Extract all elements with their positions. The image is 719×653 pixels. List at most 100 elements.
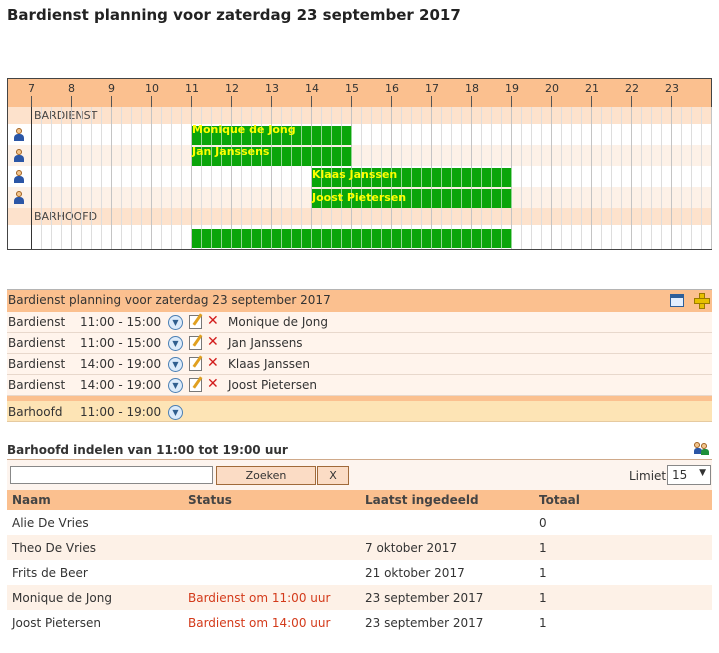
gantt-chart: 7 8 9 10 11 12 13 14 15 16 17 18 19 20 21 22 23 BARDIENS… — [7, 78, 712, 250]
table-row[interactable]: Frits de Beer 21 oktober 2017 1 — [7, 560, 712, 585]
planning-header: Bardienst planning voor zaterdag 23 sept… — [7, 290, 712, 312]
chevron-down-icon: ▼ — [699, 468, 706, 478]
gantt-hour-tick — [231, 96, 232, 107]
search-button[interactable]: Zoeken — [216, 466, 316, 485]
person-icon[interactable] — [13, 170, 24, 183]
chevron-down-icon[interactable]: ▼ — [168, 315, 183, 330]
cell-total: 1 — [539, 541, 547, 555]
gantt-hour-tick — [591, 96, 592, 107]
gantt-row — [8, 124, 711, 145]
table-row[interactable]: Theo De Vries 7 oktober 2017 1 — [7, 535, 712, 560]
chevron-down-icon[interactable]: ▼ — [168, 405, 183, 420]
gantt-grid-line — [531, 107, 532, 249]
cell-total: 0 — [539, 516, 547, 530]
gantt-grid-line — [131, 107, 132, 249]
cell-name[interactable]: Alie De Vries — [12, 516, 89, 530]
search-input[interactable] — [10, 466, 213, 484]
cell-status: Bardienst om 14:00 uur — [188, 616, 331, 630]
gantt-hour-tick — [391, 96, 392, 107]
edit-icon[interactable] — [189, 357, 202, 371]
chevron-down-icon[interactable]: ▼ — [168, 336, 183, 351]
planning-time: 11:00 - 15:00 — [80, 315, 162, 329]
gantt-hour-label: 18 — [465, 82, 479, 95]
planning-time: 11:00 - 15:00 — [80, 336, 162, 350]
chevron-down-icon[interactable]: ▼ — [168, 378, 183, 393]
calendar-icon[interactable] — [670, 294, 684, 307]
gantt-grid-line — [51, 107, 52, 249]
cell-total: 1 — [539, 591, 547, 605]
gantt-grid-line — [591, 107, 592, 249]
gantt-grid-line — [681, 107, 682, 249]
gantt-hour-tick — [671, 96, 672, 107]
gantt-hour-label: 13 — [265, 82, 279, 95]
column-header-name[interactable]: Naam — [12, 493, 51, 507]
person-icon[interactable] — [13, 191, 24, 204]
delete-icon[interactable]: ✕ — [207, 314, 219, 328]
gantt-hour-label: 15 — [345, 82, 359, 95]
column-header-last[interactable]: Laatst ingedeeld — [365, 493, 479, 507]
gantt-grid-line — [661, 107, 662, 249]
cell-status: Bardienst om 11:00 uur — [188, 591, 331, 605]
table-row[interactable]: Monique de Jong Bardienst om 11:00 uur 2… — [7, 585, 712, 610]
gantt-grid-line — [61, 107, 62, 249]
gantt-time-axis — [31, 107, 32, 249]
gantt-grid-line — [151, 107, 152, 249]
gantt-grid-line — [71, 107, 72, 249]
shift-bar-label: Monique de Jong — [192, 123, 296, 136]
cell-name[interactable]: Monique de Jong — [12, 591, 112, 605]
gantt-hour-header: 7 8 9 10 11 12 13 14 15 16 17 18 19 20 21 22 23 — [8, 79, 711, 107]
person-icon[interactable] — [13, 149, 24, 162]
assign-panel: Zoeken X Limiet 15 ▼ Naam Status Laatst i… — [7, 459, 712, 649]
planning-row: Bardienst 11:00 - 15:00 ▼ ✕ Monique de J… — [7, 312, 712, 333]
person-icon[interactable] — [13, 128, 24, 141]
gantt-hour-label: 16 — [385, 82, 399, 95]
gantt-grid-line — [41, 107, 42, 249]
delete-icon[interactable]: ✕ — [207, 335, 219, 349]
limit-select[interactable]: 15 ▼ — [667, 465, 711, 485]
gantt-grid-line — [701, 107, 702, 249]
limit-label: Limiet — [629, 469, 667, 483]
cell-name[interactable]: Frits de Beer — [12, 566, 88, 580]
people-icon[interactable] — [694, 442, 710, 455]
cell-last: 23 september 2017 — [365, 616, 484, 630]
cell-name[interactable]: Joost Pietersen — [12, 616, 101, 630]
gantt-hour-label: 20 — [545, 82, 559, 95]
cell-last: 23 september 2017 — [365, 591, 484, 605]
gantt-hour-label: 14 — [305, 82, 319, 95]
table-row[interactable]: Alie De Vries 0 — [7, 510, 712, 535]
gantt-grid-line — [541, 107, 542, 249]
cell-name[interactable]: Theo De Vries — [12, 541, 96, 555]
add-icon[interactable] — [694, 293, 710, 309]
edit-icon[interactable] — [189, 315, 202, 329]
gantt-grid-line — [551, 107, 552, 249]
gantt-hour-tick — [151, 96, 152, 107]
delete-icon[interactable]: ✕ — [207, 356, 219, 370]
gantt-hour-tick — [191, 96, 192, 107]
gantt-grid-line — [101, 107, 102, 249]
gantt-grid-line — [111, 107, 112, 249]
limit-value: 15 — [672, 468, 688, 482]
clear-button[interactable]: X — [317, 466, 349, 485]
column-header-status[interactable]: Status — [188, 493, 232, 507]
planning-title: Bardienst planning voor zaterdag 23 sept… — [8, 293, 331, 307]
table-row[interactable]: Joost Pietersen Bardienst om 14:00 uur 2… — [7, 610, 712, 635]
gantt-grid-line — [611, 107, 612, 249]
gantt-grid-line — [91, 107, 92, 249]
gantt-grid-line — [81, 107, 82, 249]
planning-name: Joost Pietersen — [228, 378, 317, 392]
column-header-total[interactable]: Totaal — [539, 493, 580, 507]
edit-icon[interactable] — [189, 336, 202, 350]
gantt-hour-label: 8 — [68, 82, 75, 95]
gantt-hour-label: 7 — [28, 82, 35, 95]
gantt-hour-tick — [631, 96, 632, 107]
planning-time: 14:00 - 19:00 — [80, 357, 162, 371]
delete-icon[interactable]: ✕ — [207, 377, 219, 391]
gantt-grid-line — [631, 107, 632, 249]
planning-role: Bardienst — [8, 315, 66, 329]
gantt-hour-tick — [271, 96, 272, 107]
shift-bar-barhoofd[interactable] — [192, 229, 512, 248]
chevron-down-icon[interactable]: ▼ — [168, 357, 183, 372]
gantt-hour-tick — [431, 96, 432, 107]
planning-time: 14:00 - 19:00 — [80, 378, 162, 392]
edit-icon[interactable] — [189, 378, 202, 392]
